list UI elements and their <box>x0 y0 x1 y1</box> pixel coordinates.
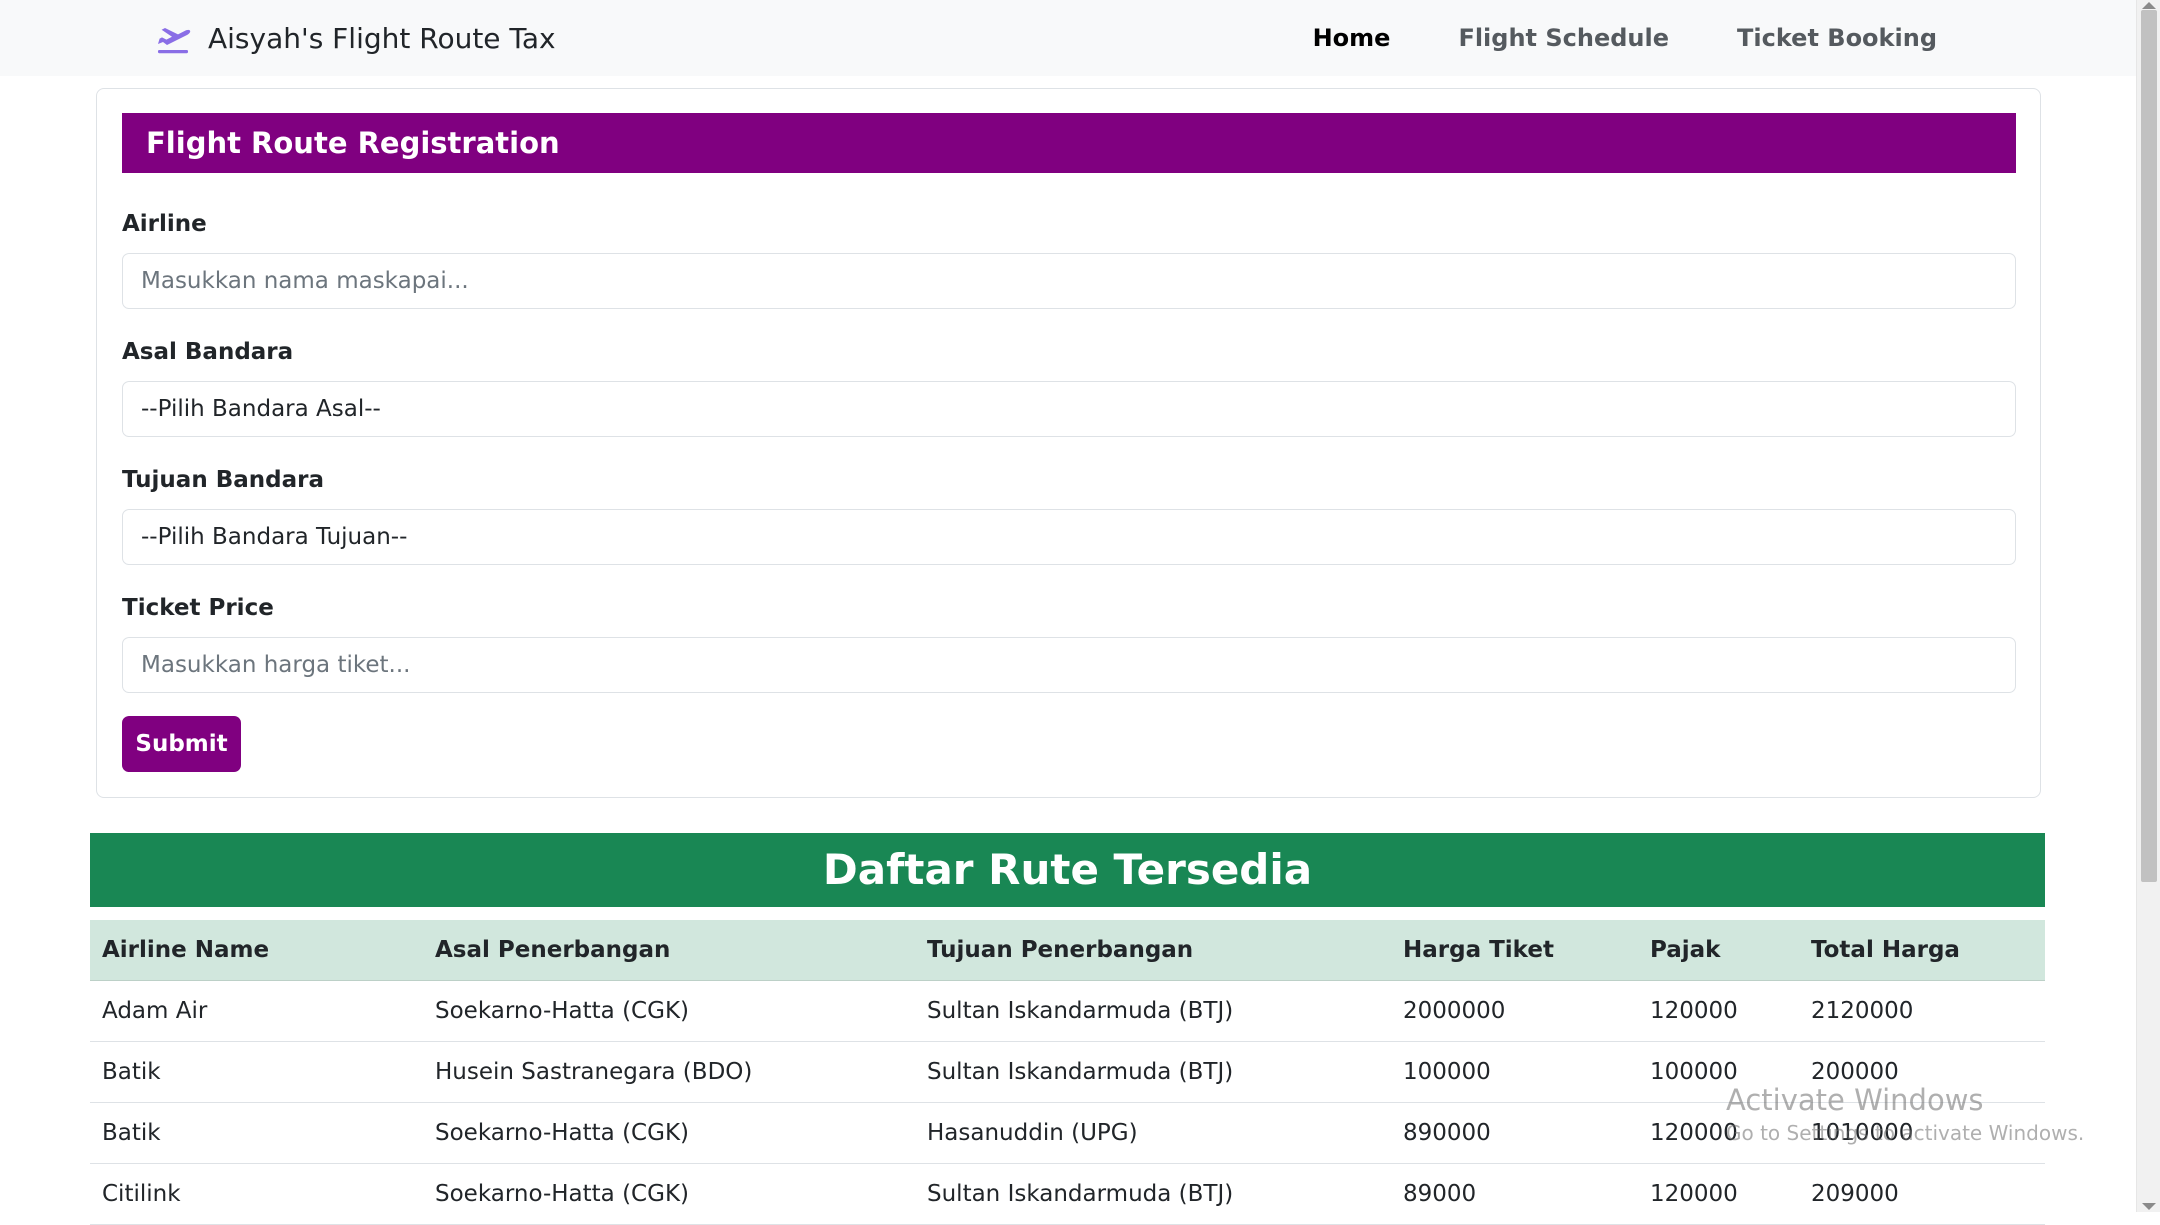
cell-destination: Hasanuddin (UPG) <box>915 1102 1391 1164</box>
table-row: Batik Soekarno-Hatta (CGK) Hasanuddin (U… <box>90 1102 2045 1164</box>
cell-destination: Sultan Iskandarmuda (BTJ) <box>915 980 1391 1042</box>
airline-label: Airline <box>122 211 207 237</box>
cell-ticket-price: 89000 <box>1391 1163 1638 1225</box>
cell-total-price: 200000 <box>1799 1041 2045 1103</box>
cell-destination: Sultan Iskandarmuda (BTJ) <box>915 1041 1391 1103</box>
destination-airport-label: Tujuan Bandara <box>122 467 324 493</box>
cell-airline: Batik <box>90 1041 423 1103</box>
column-header-airline-name: Airline Name <box>90 920 423 981</box>
scroll-up-arrow-icon[interactable] <box>2142 2 2156 9</box>
table-row: Batik Husein Sastranegara (BDO) Sultan I… <box>90 1041 2045 1103</box>
column-header-origin: Asal Penerbangan <box>423 920 915 981</box>
cell-total-price: 1010000 <box>1799 1102 2045 1164</box>
cell-total-price: 209000 <box>1799 1163 2045 1225</box>
cell-ticket-price: 890000 <box>1391 1102 1638 1164</box>
column-header-destination: Tujuan Penerbangan <box>915 920 1391 981</box>
scroll-down-arrow-icon[interactable] <box>2142 1203 2156 1210</box>
origin-airport-label: Asal Bandara <box>122 339 294 365</box>
cell-tax: 120000 <box>1638 980 1799 1042</box>
column-header-tax: Pajak <box>1638 920 1799 981</box>
cell-tax: 120000 <box>1638 1163 1799 1225</box>
nav-link-flight-schedule[interactable]: Flight Schedule <box>1424 16 1703 60</box>
card-header: Flight Route Registration <box>122 113 2016 173</box>
cell-airline: Adam Air <box>90 980 423 1042</box>
scrollbar-thumb[interactable] <box>2141 10 2157 882</box>
cell-airline: Citilink <box>90 1163 423 1225</box>
ticket-price-input[interactable] <box>122 637 2016 693</box>
column-header-ticket-price: Harga Tiket <box>1391 920 1638 981</box>
origin-airport-select[interactable]: --Pilih Bandara Asal-- <box>122 381 2016 437</box>
airline-input[interactable] <box>122 253 2016 309</box>
vertical-scrollbar[interactable] <box>2136 0 2160 1212</box>
table-header-row: Airline Name Asal Penerbangan Tujuan Pen… <box>90 920 2045 981</box>
nav-link-ticket-booking[interactable]: Ticket Booking <box>1703 16 1971 60</box>
routes-title: Daftar Rute Tersedia <box>90 833 2045 907</box>
cell-origin: Husein Sastranegara (BDO) <box>423 1041 915 1103</box>
cell-origin: Soekarno-Hatta (CGK) <box>423 1163 915 1225</box>
table-row: Citilink Soekarno-Hatta (CGK) Sultan Isk… <box>90 1163 2045 1225</box>
cell-ticket-price: 2000000 <box>1391 980 1638 1042</box>
ticket-price-label: Ticket Price <box>122 595 274 621</box>
top-navbar: Aisyah's Flight Route Tax Home Flight Sc… <box>0 0 2136 76</box>
cell-airline: Batik <box>90 1102 423 1164</box>
cell-tax: 120000 <box>1638 1102 1799 1164</box>
submit-button[interactable]: Submit <box>122 716 241 772</box>
cell-tax: 100000 <box>1638 1041 1799 1103</box>
cell-total-price: 2120000 <box>1799 980 2045 1042</box>
cell-destination: Sultan Iskandarmuda (BTJ) <box>915 1163 1391 1225</box>
nav-links: Home Flight Schedule Ticket Booking <box>1279 14 1971 62</box>
column-header-total-price: Total Harga <box>1799 920 2045 981</box>
table-row: Adam Air Soekarno-Hatta (CGK) Sultan Isk… <box>90 980 2045 1042</box>
brand[interactable]: Aisyah's Flight Route Tax <box>154 14 556 62</box>
brand-title: Aisyah's Flight Route Tax <box>208 21 556 55</box>
nav-link-home[interactable]: Home <box>1279 16 1425 60</box>
airplane-takeoff-icon <box>154 18 194 58</box>
routes-table: Airline Name Asal Penerbangan Tujuan Pen… <box>90 920 2045 1225</box>
cell-origin: Soekarno-Hatta (CGK) <box>423 980 915 1042</box>
route-registration-card: Flight Route Registration Airline Asal B… <box>96 88 2041 798</box>
cell-ticket-price: 100000 <box>1391 1041 1638 1103</box>
cell-origin: Soekarno-Hatta (CGK) <box>423 1102 915 1164</box>
origin-airport-selected: --Pilih Bandara Asal-- <box>141 396 381 422</box>
destination-airport-selected: --Pilih Bandara Tujuan-- <box>141 524 408 550</box>
destination-airport-select[interactable]: --Pilih Bandara Tujuan-- <box>122 509 2016 565</box>
